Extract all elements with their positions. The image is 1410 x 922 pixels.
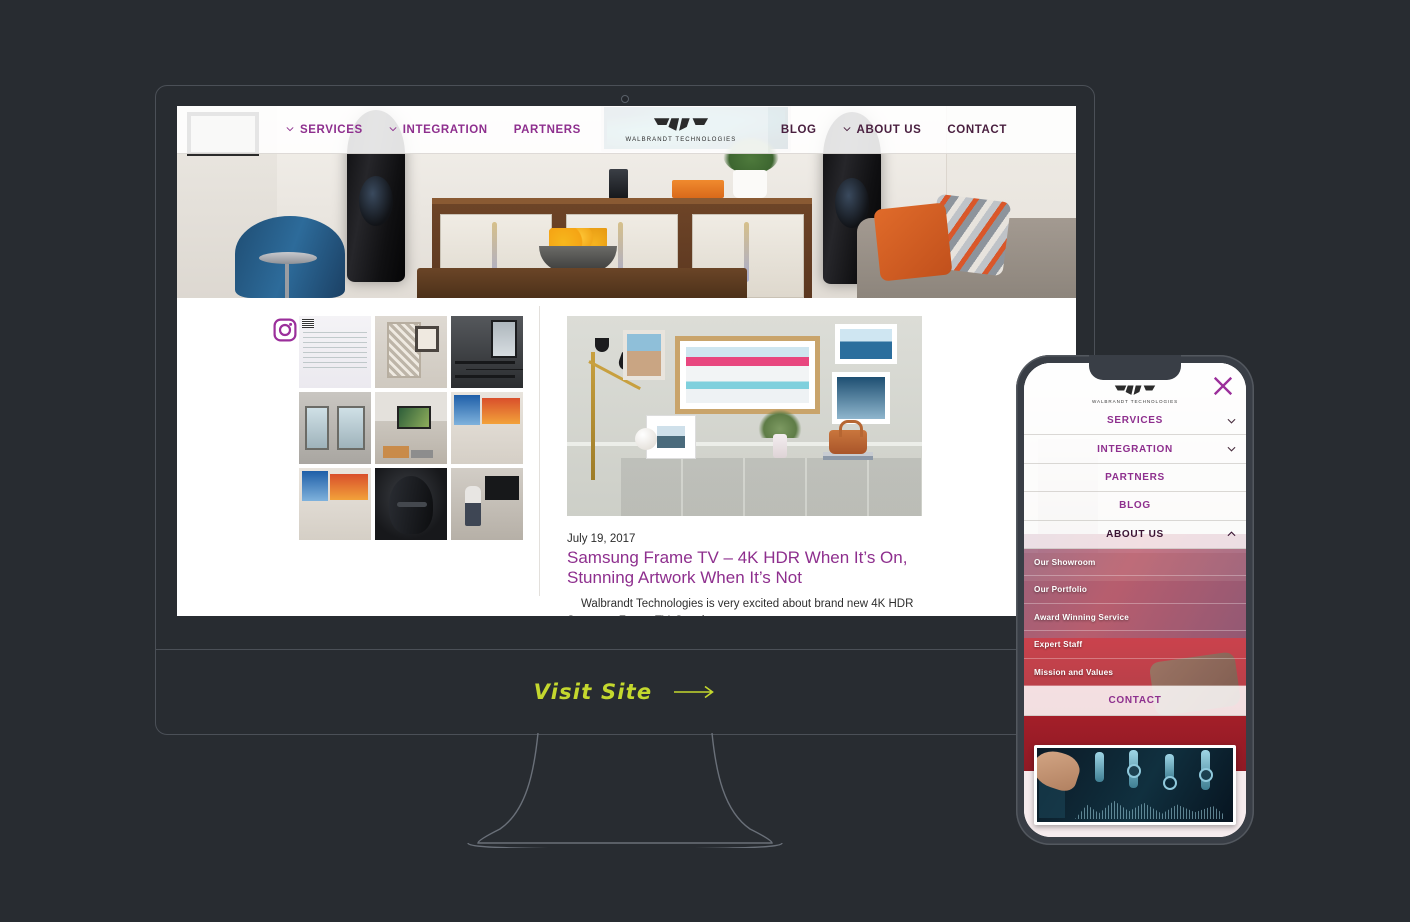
mobile-menu-label: INTEGRATION	[1097, 443, 1173, 455]
instagram-thumbnail[interactable]	[451, 392, 523, 464]
mobile-menu-label: SERVICES	[1107, 415, 1163, 427]
mobile-submenu-label: Expert Staff	[1034, 640, 1083, 650]
mobile-menu-label: PARTNERS	[1105, 471, 1165, 483]
mobile-submenu-label: Mission and Values	[1034, 667, 1114, 677]
instagram-grid	[299, 316, 567, 540]
site-logo[interactable]: WALBRANDT TECHNOLOGIES	[593, 106, 768, 153]
blog-post-date: July 19, 2017	[567, 533, 636, 545]
close-icon[interactable]	[1212, 375, 1234, 397]
instagram-feed-section	[177, 298, 567, 616]
blog-post-title[interactable]: Samsung Frame TV – 4K HDR When It’s On, …	[567, 548, 927, 588]
instagram-thumbnail[interactable]	[375, 468, 447, 540]
instagram-thumbnail[interactable]	[299, 468, 371, 540]
visit-site-label: Visit Site	[533, 679, 653, 704]
monitor-stand	[467, 733, 783, 848]
nav-item-services[interactable]: SERVICES	[273, 106, 376, 153]
chevron-down-icon	[286, 126, 294, 131]
instagram-thumbnail[interactable]	[375, 392, 447, 464]
blog-featured-image[interactable]	[567, 316, 922, 516]
chevron-down-icon	[389, 126, 397, 131]
arrow-right-icon	[674, 685, 715, 698]
phone-logo-wordmark: WALBRANDT TECHNOLOGIES	[1091, 399, 1179, 404]
nav-label: INTEGRATION	[402, 123, 488, 136]
mobile-menu-item-contact[interactable]: CONTACT	[1024, 686, 1246, 717]
website-preview: SERVICES INTEGRATION PARTNERS WALBRANDT …	[177, 106, 1076, 616]
chevron-down-icon[interactable]	[1227, 416, 1236, 425]
site-content: July 19, 2017 Samsung Frame TV – 4K HDR …	[177, 298, 1076, 616]
visit-site-button[interactable]: Visit Site	[156, 649, 1094, 734]
desktop-monitor-mockup: SERVICES INTEGRATION PARTNERS WALBRANDT …	[155, 85, 1095, 735]
mobile-submenu-item-our-showroom[interactable]: Our Showroom	[1024, 548, 1246, 577]
mobile-submenu-label: Our Portfolio	[1034, 585, 1088, 595]
nav-item-about-us[interactable]: ABOUT US	[830, 106, 935, 153]
nav-item-partners[interactable]: PARTNERS	[501, 106, 594, 153]
instagram-thumbnail[interactable]	[451, 468, 523, 540]
chevron-down-icon	[843, 126, 851, 131]
nav-item-integration[interactable]: INTEGRATION	[376, 106, 501, 153]
mobile-menu-item-services[interactable]: SERVICES	[1024, 407, 1246, 436]
mobile-menu-item-integration[interactable]: INTEGRATION	[1024, 435, 1246, 464]
mobile-phone-mockup: WALBRANDT TECHNOLOGIES SERVICES INTEGRAT…	[1016, 355, 1254, 845]
site-navbar: SERVICES INTEGRATION PARTNERS WALBRANDT …	[177, 106, 1076, 154]
instagram-thumbnail[interactable]	[375, 316, 447, 388]
phone-notch	[1089, 355, 1181, 380]
monitor-camera-icon	[621, 95, 629, 103]
mobile-submenu-item-our-portfolio[interactable]: Our Portfolio	[1024, 576, 1246, 604]
mobile-submenu-label: Award Winning Service	[1034, 612, 1129, 622]
phone-screen: WALBRANDT TECHNOLOGIES SERVICES INTEGRAT…	[1024, 363, 1246, 837]
chevron-up-icon[interactable]	[1227, 530, 1236, 539]
phone-bottom-image-card[interactable]	[1034, 745, 1236, 825]
mobile-menu-label: ABOUT US	[1106, 528, 1164, 540]
mobile-menu-item-about-us[interactable]: ABOUT US	[1024, 520, 1246, 549]
instagram-icon[interactable]	[273, 318, 297, 342]
instagram-thumbnail[interactable]	[451, 316, 523, 388]
mobile-menu-label: BLOG	[1119, 500, 1151, 512]
nav-label: BLOG	[780, 123, 817, 136]
chevron-down-icon[interactable]	[1227, 445, 1236, 454]
blog-post-section: July 19, 2017 Samsung Frame TV – 4K HDR …	[539, 298, 1076, 616]
touchscreen-control-panel-image	[1037, 748, 1233, 822]
instagram-thumbnail[interactable]	[299, 316, 371, 388]
nav-label: ABOUT US	[856, 123, 922, 136]
walbrandt-w-logo-icon	[653, 118, 708, 131]
mobile-submenu-item-award-winning-service[interactable]: Award Winning Service	[1024, 603, 1246, 632]
nav-label: PARTNERS	[513, 123, 581, 136]
walbrandt-w-logo-icon	[1114, 385, 1156, 395]
blog-post-excerpt: Walbrandt Technologies is very excited a…	[567, 598, 914, 616]
mobile-menu-item-blog[interactable]: BLOG	[1024, 492, 1246, 521]
mobile-submenu-item-mission-and-values[interactable]: Mission and Values	[1024, 658, 1246, 687]
nav-item-blog[interactable]: BLOG	[768, 106, 830, 153]
instagram-thumbnail[interactable]	[299, 392, 371, 464]
nav-item-contact[interactable]: CONTACT	[934, 106, 1020, 153]
mobile-submenu-label: Our Showroom	[1034, 557, 1096, 567]
nav-label: CONTACT	[947, 123, 1007, 136]
logo-wordmark: WALBRANDT TECHNOLOGIES	[625, 137, 737, 143]
nav-label: SERVICES	[300, 123, 363, 136]
monitor-screen: SERVICES INTEGRATION PARTNERS WALBRANDT …	[177, 106, 1076, 616]
mobile-menu-item-partners[interactable]: PARTNERS	[1024, 463, 1246, 493]
mobile-submenu-item-expert-staff[interactable]: Expert Staff	[1024, 631, 1246, 659]
mobile-menu-label: CONTACT	[1108, 695, 1162, 707]
